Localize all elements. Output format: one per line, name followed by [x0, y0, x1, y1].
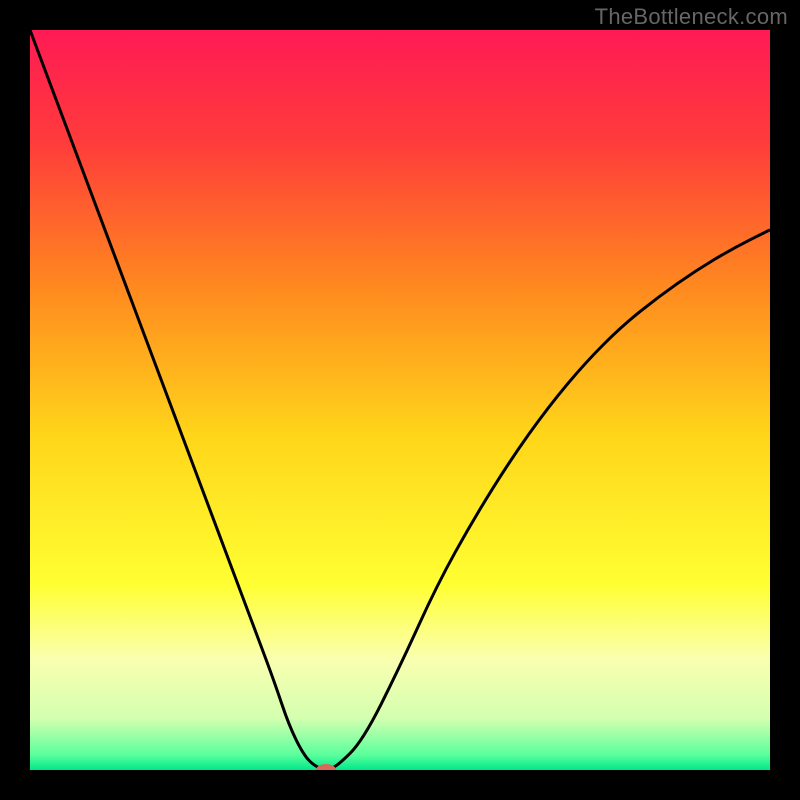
chart-background	[30, 30, 770, 770]
watermark-text: TheBottleneck.com	[595, 4, 788, 30]
plot-area	[30, 30, 770, 770]
chart-frame: TheBottleneck.com	[0, 0, 800, 800]
bottleneck-chart	[30, 30, 770, 770]
